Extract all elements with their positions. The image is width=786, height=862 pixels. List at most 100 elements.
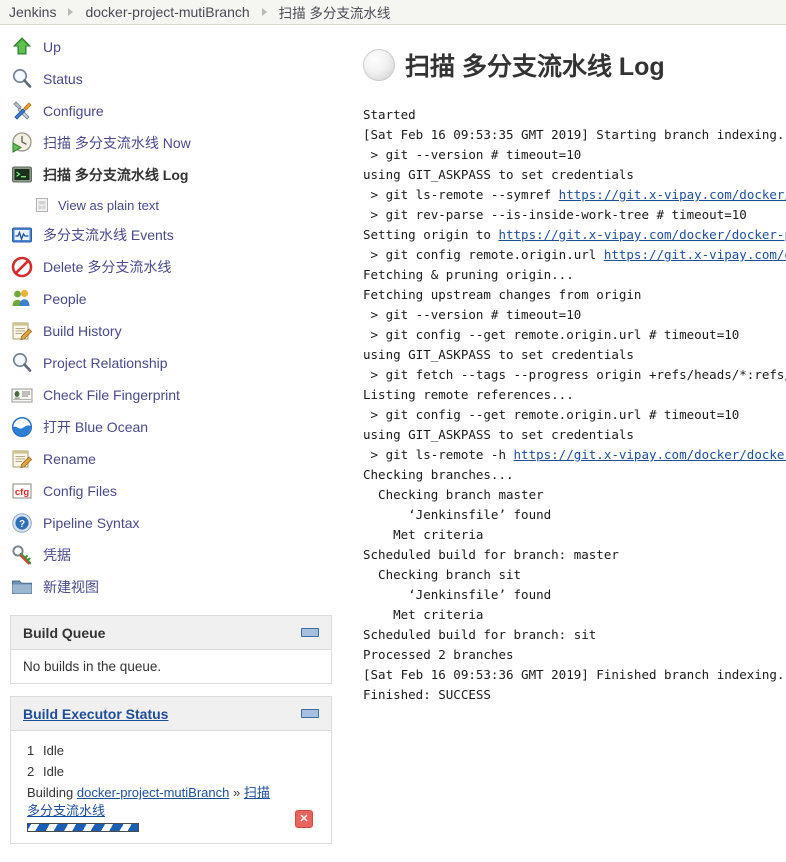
build-progress-bar [27,823,139,832]
sidebar-item-status[interactable]: Status [0,63,345,95]
executor-building-row: Building docker-project-mutiBranch » 扫描 … [23,782,319,834]
console-line: ‘Jenkinsfile’ found [363,507,552,522]
console-line: > git config --get remote.origin.url # t… [363,407,740,422]
build-queue-empty-text: No builds in the queue. [23,659,162,674]
sidebar-item-label: Config Files [43,483,117,499]
console-line: > git ls-remote -h https://git.x-vipay.c… [363,445,786,465]
main-content: 扫描 多分支流水线 Log Started [Sat Feb 16 09:53:3… [345,25,786,705]
sidebar-item-check-file-fingerprint[interactable]: Check File Fingerprint [0,379,345,411]
svg-text:?: ? [19,519,25,530]
sidebar-item-rename[interactable]: Rename [0,443,345,475]
sidebar-item-blue-ocean[interactable]: 打开 Blue Ocean [0,411,345,443]
sidebar-item-label: Pipeline Syntax [43,515,140,531]
sidebar-item-config-files[interactable]: cfg Config Files [0,475,345,507]
console-line: Scheduled build for branch: master [363,547,619,562]
clock-play-icon [10,131,34,155]
up-arrow-icon [10,35,34,59]
notepad-pencil-icon [10,447,34,471]
no-entry-icon [10,255,34,279]
sidebar-item-label: 多分支流水线 Events [43,227,174,243]
sidebar-item-build-history[interactable]: Build History [0,315,345,347]
executor-building-text: Building docker-project-mutiBranch » 扫描 … [27,784,277,820]
fingerprint-card-icon [10,383,34,407]
notepad-pencil-icon [10,319,34,343]
executor-state: Idle [43,764,64,779]
console-line: > git ls-remote --symref https://git.x-v… [363,185,786,205]
magnifier-icon [10,67,34,91]
sidebar-item-label: Build History [43,323,122,339]
page-body: Up Status Configure 扫描 多分支流水线 Now 扫描 多分支… [0,25,786,844]
sidebar-item-label: People [43,291,87,307]
sidebar-item-up[interactable]: Up [0,31,345,63]
build-executor-status-panel: Build Executor Status 1 Idle 2 Idle Buil… [10,696,332,844]
executor-state: Idle [43,743,64,758]
console-line: Checking branch sit [363,567,522,582]
sidebar-item-label: Check File Fingerprint [43,387,180,403]
document-icon [34,197,50,213]
console-line: Fetching & pruning origin... [363,267,574,282]
build-executor-status-title[interactable]: Build Executor Status [23,706,168,722]
svg-text:cfg: cfg [15,487,29,498]
breadcrumb-item-scan-log[interactable]: 扫描 多分支流水线 [279,2,391,22]
breadcrumb-item-project[interactable]: docker-project-mutiBranch [85,4,249,20]
sidebar-item-new-view[interactable]: 新建视图 [0,571,345,603]
sidebar-item-label: 打开 Blue Ocean [43,419,149,435]
sidebar-item-events[interactable]: 多分支流水线 Events [0,219,345,251]
build-executor-status-body: 1 Idle 2 Idle Building docker-project-mu… [10,730,332,844]
sidebar-item-delete[interactable]: Delete 多分支流水线 [0,251,345,283]
sidebar-item-project-relationship[interactable]: Project Relationship [0,347,345,379]
sidebar-item-view-as-plain-text[interactable]: View as plain text [0,191,345,219]
console-line: > git rev-parse --is-inside-work-tree # … [363,207,747,222]
console-line: Checking branches... [363,467,514,482]
console-link[interactable]: https://git.x-vipay.com/dock [604,247,786,262]
minimize-icon[interactable] [301,709,319,718]
page-title: 扫描 多分支流水线 Log [363,47,786,83]
chevron-right-icon [68,8,74,16]
build-queue-title: Build Queue [23,624,106,641]
console-line: Met criteria [363,527,484,542]
sidebar-item-label: Configure [43,103,104,119]
folder-icon [10,575,34,599]
sidebar-item-label: 新建视图 [43,579,99,595]
build-queue-body: No builds in the queue. [10,649,332,684]
sidebar-item-credentials[interactable]: 凭据 [0,539,345,571]
waveform-icon [10,223,34,247]
building-project-link[interactable]: docker-project-mutiBranch [77,785,229,800]
breadcrumb-item-jenkins[interactable]: Jenkins [9,4,56,20]
sidebar-item-configure[interactable]: Configure [0,95,345,127]
console-link[interactable]: https://git.x-vipay.com/docker/doc [559,187,786,202]
sidebar-item-label: 凭据 [43,547,71,563]
console-line: [Sat Feb 16 09:53:36 GMT 2019] Finished … [363,667,786,682]
console-line: Processed 2 branches [363,647,514,662]
cfg-icon: cfg [10,479,34,503]
sidebar-item-label: Up [43,39,61,55]
console-line: ‘Jenkinsfile’ found [363,587,552,602]
console-line: Checking branch master [363,487,544,502]
sidebar: Up Status Configure 扫描 多分支流水线 Now 扫描 多分支… [0,25,345,844]
page-title-text: 扫描 多分支流水线 Log [405,53,665,81]
sidebar-item-people[interactable]: People [0,283,345,315]
sidebar-item-scan-log[interactable]: 扫描 多分支流水线 Log [0,159,345,191]
console-line: [Sat Feb 16 09:53:35 GMT 2019] Starting … [363,127,786,142]
console-link[interactable]: https://git.x-vipay.com/docker/docker-pr [514,447,786,462]
console-line: > git --version # timeout=10 [363,307,582,322]
build-queue-panel: Build Queue No builds in the queue. [10,615,332,684]
build-executor-status-header: Build Executor Status [10,696,332,730]
console-line: Started [363,107,416,122]
jenkins-page: Jenkins docker-project-mutiBranch 扫描 多分支… [0,0,786,862]
console-line: Finished: SUCCESS [363,687,491,702]
console-line: using GIT_ASKPASS to set credentials [363,167,634,182]
console-line: > git config --get remote.origin.url # t… [363,327,740,342]
chevron-right-icon [261,8,267,16]
sidebar-item-label: 扫描 多分支流水线 Log [43,167,189,183]
sidebar-item-pipeline-syntax[interactable]: ? Pipeline Syntax [0,507,345,539]
sidebar-item-label: Delete 多分支流水线 [43,259,172,275]
console-link[interactable]: https://git.x-vipay.com/docker/docker-pr… [498,227,786,242]
sidebar-item-scan-now[interactable]: 扫描 多分支流水线 Now [0,127,345,159]
console-line: Fetching upstream changes from origin [363,287,642,302]
blue-ocean-icon [10,415,34,439]
cancel-build-button[interactable]: ✕ [295,810,313,828]
minimize-icon[interactable] [301,628,319,637]
console-line: using GIT_ASKPASS to set credentials [363,347,634,362]
sidebar-item-label: Project Relationship [43,355,168,371]
